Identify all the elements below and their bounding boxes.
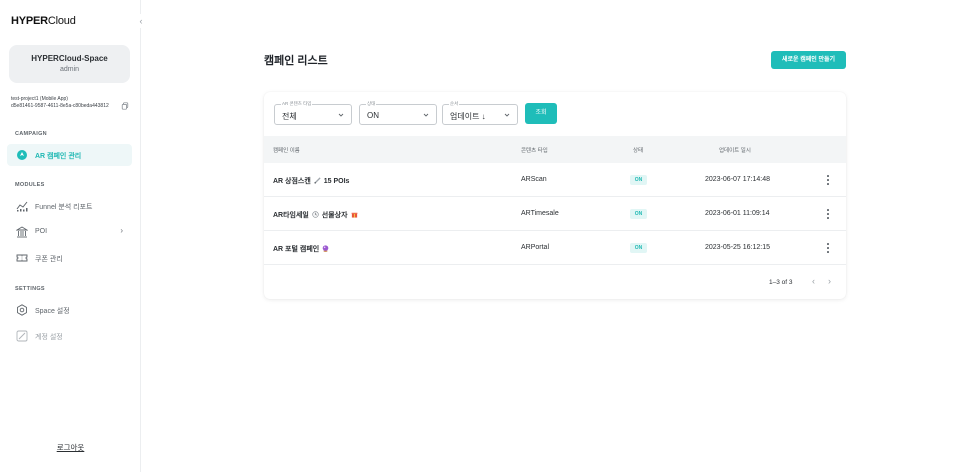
sidebar-item-ar-campaign[interactable]: AR 캠페인 관리 [7,144,132,166]
order-select[interactable]: 순서 업데이트 ↓ [442,101,518,125]
campaign-name-cell: AR타임세일 선물상자 [273,210,359,220]
table-row[interactable]: AR타임세일 선물상자 ARTimesale ON 2023-06-01 11:… [264,197,846,231]
project-name: test-project1 (Mobile App) [11,96,68,102]
gift-icon [351,212,357,218]
logout-link[interactable]: 로그아웃 [0,442,141,453]
sidebar-item-label: POI [35,228,48,235]
prev-page-button[interactable]: ‹ [812,276,815,286]
status-badge: ON [630,209,647,219]
logo-light-text: Cloud [47,15,76,27]
status-label: 상태 [366,101,377,107]
project-id: d5e81461-9587-4611-8e5a-c80beda443812 [11,103,109,109]
pencil-icon [16,330,28,342]
pen-icon [314,177,321,184]
logo-bold-text: HYPER [11,15,48,27]
section-modules-label: MODULES [15,182,45,188]
create-campaign-button[interactable]: 새로운 캠페인 만들기 [771,51,846,69]
content-type-cell: ARTimesale [521,210,559,217]
campaign-name-cell: AR 포털 캠페인 [273,244,330,254]
app-logo[interactable]: HYPERCloud [11,15,76,27]
table-header: 캠페인 이름 콘텐츠 타입 상태 업데이트 일시 [264,136,846,163]
collapse-sidebar-button[interactable]: ‹ [136,14,146,28]
campaign-list-card: AR 콘텐츠 타입 전체 상태 ON 순서 업데이트 ↓ 조회 캠페인 이름 콘… [264,92,846,299]
chevron-down-icon [423,113,429,117]
content-type-cell: ARPortal [521,244,550,251]
content-type-cell: ARScan [521,176,547,183]
content-type-value: 전체 [282,112,297,121]
sidebar: HYPERCloud HYPERCloud-Space admin test-p… [0,0,141,472]
status-badge: ON [630,243,647,253]
status-value: ON [367,111,379,120]
chart-icon [16,201,28,212]
header-content-type[interactable]: 콘텐츠 타입 [521,146,548,154]
order-value: 업데이트 ↓ [450,112,486,121]
sidebar-item-space-settings[interactable]: Space 설정 [7,299,132,321]
next-page-button[interactable]: › [828,276,831,286]
more-options-button[interactable] [823,172,833,188]
coupon-icon [16,254,28,262]
project-info: test-project1 (Mobile App) d5e81461-9587… [11,96,129,110]
campaign-suffix: 선물상자 [321,212,348,219]
page-title: 캠페인 리스트 [264,55,328,67]
table-row[interactable]: AR 상점스캔 15 POIs ARScan ON 2023-06-07 17:… [264,163,846,197]
more-options-button[interactable] [823,206,833,222]
campaign-name: AR타임세일 [273,212,309,219]
search-button[interactable]: 조회 [525,103,557,124]
pagination-range: 1–3 of 3 [769,279,793,286]
ar-campaign-icon [17,150,27,160]
sidebar-item-label: 쿠폰 관리 [35,256,63,263]
space-card[interactable]: HYPERCloud-Space admin [9,45,130,83]
chevron-down-icon [504,113,510,117]
sidebar-item-label: 계정 설정 [35,334,63,341]
sidebar-item-label: Funnel 분석 리포트 [35,204,93,211]
status-select[interactable]: 상태 ON [359,101,437,125]
sidebar-item-account-settings[interactable]: 계정 설정 [7,325,132,347]
gear-icon [17,304,27,316]
copy-icon[interactable] [121,102,129,110]
chevron-down-icon [338,113,344,117]
header-updated-at[interactable]: 업데이트 일시 [719,146,751,154]
content-type-label: AR 콘텐츠 타입 [281,101,313,107]
more-options-button[interactable] [823,240,833,256]
space-name: HYPERCloud-Space [31,54,108,63]
section-settings-label: SETTINGS [15,286,45,292]
campaign-suffix: 15 POIs [323,178,350,185]
header-campaign-name[interactable]: 캠페인 이름 [273,146,300,154]
sidebar-item-funnel[interactable]: Funnel 분석 리포트 [7,195,132,217]
content-type-select[interactable]: AR 콘텐츠 타입 전체 [274,101,352,125]
updated-at-cell: 2023-05-25 16:12:15 [705,244,770,251]
crystal-ball-icon [322,245,329,252]
campaign-name-cell: AR 상점스캔 15 POIs [273,176,349,186]
section-campaign-label: CAMPAIGN [15,131,47,137]
space-role: admin [59,66,80,73]
status-badge: ON [630,175,647,185]
sidebar-item-label: Space 설정 [35,308,70,315]
sidebar-item-poi[interactable]: POI › [7,221,132,243]
chevron-right-icon: › [120,226,123,235]
updated-at-cell: 2023-06-07 17:14:48 [705,176,770,183]
updated-at-cell: 2023-06-01 11:09:14 [705,210,770,217]
clock-icon [312,211,319,218]
campaign-name: AR 포털 캠페인 [273,246,320,253]
building-icon [16,226,28,238]
header-status[interactable]: 상태 [633,146,643,154]
table-row[interactable]: AR 포털 캠페인 ARPortal ON 2023-05-25 16:12:1… [264,231,846,265]
sidebar-item-label: AR 캠페인 관리 [35,153,82,160]
order-label: 순서 [449,101,460,107]
sidebar-item-coupon[interactable]: 쿠폰 관리 [7,247,132,269]
campaign-name: AR 상점스캔 [273,178,311,185]
